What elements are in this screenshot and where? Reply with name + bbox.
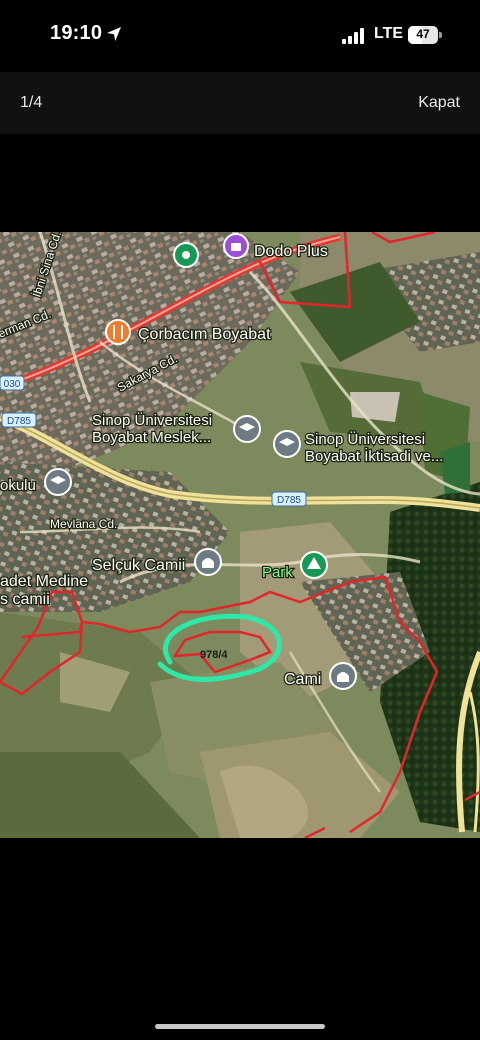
poi-label-corbacim: Çorbacım Boyabat bbox=[138, 326, 271, 343]
shopping-bag-icon bbox=[223, 233, 249, 259]
poi-label-okulu: okulu bbox=[0, 477, 36, 494]
battery-icon: 47 bbox=[408, 26, 442, 44]
poi-label-medine-line1: adet Medine bbox=[0, 573, 88, 590]
parcel-number-label: 978/4 bbox=[200, 649, 228, 661]
street-label-mevlana: Mevlana Cd. bbox=[50, 517, 117, 531]
graduation-cap-icon bbox=[44, 468, 72, 496]
road-label-d785-mid: D785 bbox=[277, 495, 301, 506]
graduation-cap-icon bbox=[273, 430, 301, 458]
tree-icon bbox=[300, 551, 328, 579]
cellular-signal-icon bbox=[342, 28, 364, 44]
map-screenshot-image[interactable]: 030 D785 D785 İbni Sina Cd. erman Cd. Do… bbox=[0, 232, 480, 838]
poi-label-sinop-1-line1: Sinop Üniversitesi bbox=[92, 411, 212, 429]
image-counter: 1/4 bbox=[20, 94, 43, 111]
close-button[interactable]: Kapat bbox=[418, 94, 460, 112]
poi-label-sinop-2-line2: Boyabat İktisadi ve... bbox=[305, 447, 443, 465]
satellite-map: 030 D785 D785 İbni Sina Cd. erman Cd. Do… bbox=[0, 232, 480, 838]
mosque-icon bbox=[194, 548, 222, 576]
poi-label-sinop-2-line1: Sinop Üniversitesi bbox=[305, 430, 425, 448]
home-indicator[interactable] bbox=[155, 1024, 325, 1029]
road-label-d785-left: D785 bbox=[7, 416, 31, 427]
status-time: 19:10 bbox=[50, 22, 103, 44]
graduation-cap-icon bbox=[233, 415, 261, 443]
viewer-header: 1/4 Kapat bbox=[0, 72, 480, 134]
poi-label-selcuk-camii: Selçuk Camii bbox=[92, 557, 185, 574]
battery-percent: 47 bbox=[416, 27, 430, 41]
poi-label-sinop-1-line2: Boyabat Meslek... bbox=[92, 429, 211, 446]
status-bar: 19:10 LTE 47 bbox=[0, 0, 480, 72]
mosque-icon bbox=[329, 662, 357, 690]
poi-label-cami: Cami bbox=[284, 671, 321, 688]
poi-label-dodo-plus: Dodo Plus bbox=[254, 243, 328, 260]
poi-label-medine-line2: s camii bbox=[0, 591, 50, 608]
poi-green-icon bbox=[173, 242, 199, 268]
location-arrow-icon bbox=[107, 27, 121, 41]
poi-label-park: Park bbox=[262, 564, 293, 581]
road-label-030: 030 bbox=[4, 379, 21, 390]
restaurant-icon bbox=[105, 319, 131, 345]
carrier-label: LTE bbox=[374, 25, 404, 42]
